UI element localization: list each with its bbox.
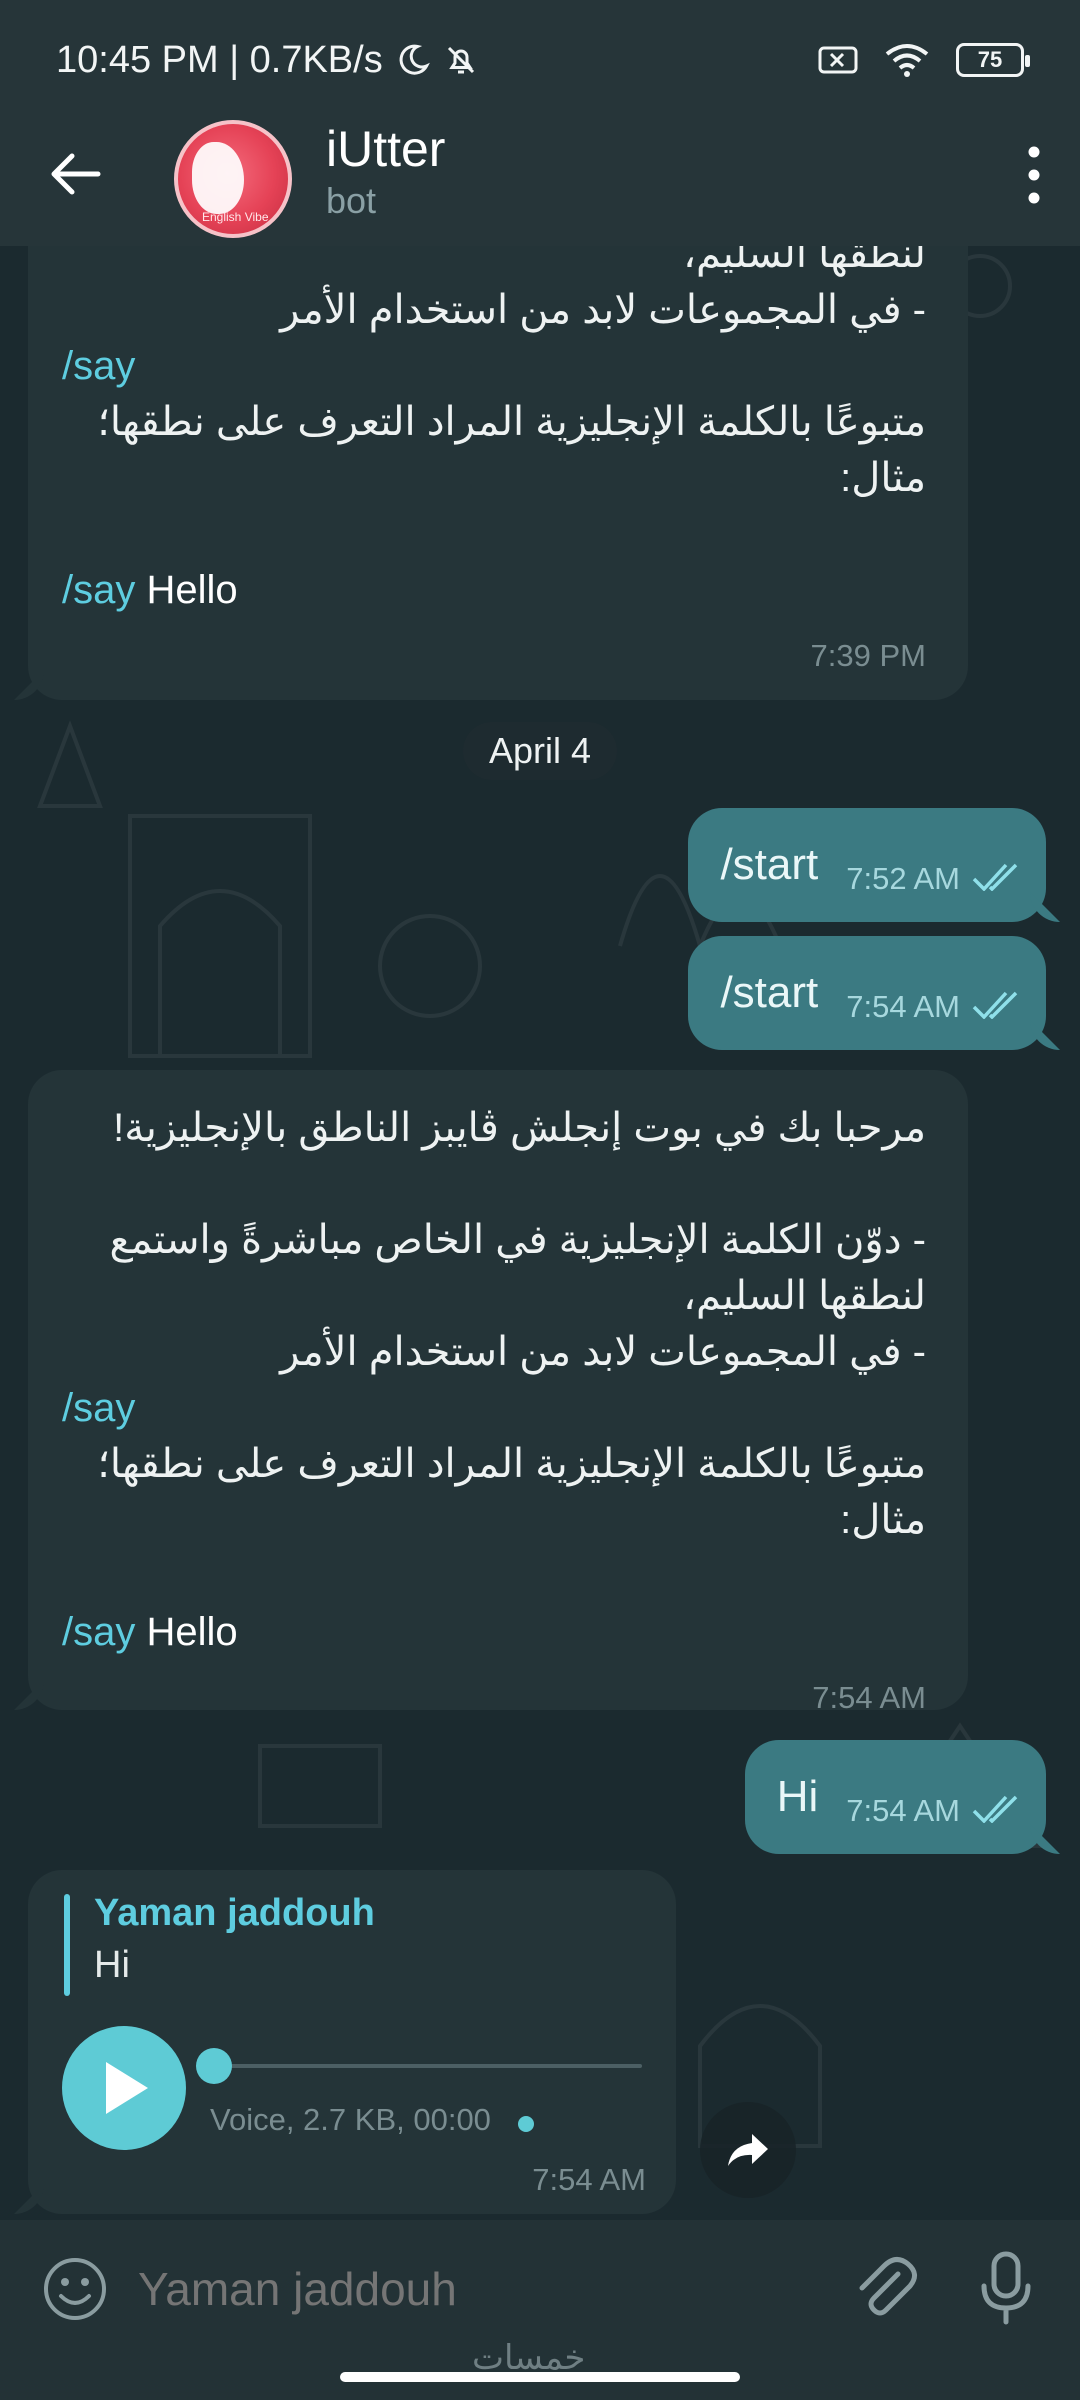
say-command-link[interactable]: /say xyxy=(62,338,926,394)
outgoing-text: /start xyxy=(720,840,819,889)
bell-muted-icon xyxy=(447,46,474,74)
message-time: 7:54 AM xyxy=(846,1793,960,1828)
example-line: /say Hello xyxy=(62,562,926,618)
double-check-icon xyxy=(972,1795,1018,1823)
play-button[interactable] xyxy=(62,2026,186,2150)
avatar-tag: English Vibe xyxy=(202,210,269,224)
outgoing-message[interactable]: /start 7:54 AM xyxy=(688,936,1046,1050)
unplayed-dot xyxy=(518,2116,534,2132)
message-text-line: لنطقها السليم، xyxy=(683,1274,926,1318)
share-arrow-icon xyxy=(728,2134,768,2166)
back-arrow-icon[interactable] xyxy=(46,144,106,204)
message-text-line: لنطقها السليم، xyxy=(683,246,926,276)
play-icon xyxy=(106,2062,148,2114)
paperclip-icon[interactable] xyxy=(850,2252,920,2322)
more-vertical-icon[interactable] xyxy=(1014,140,1054,210)
message-time: 7:54 AM xyxy=(812,1680,926,1715)
message-time: 7:52 AM xyxy=(846,861,960,896)
say-command-link[interactable]: /say xyxy=(62,1380,926,1436)
avatar-face-graphic xyxy=(192,142,244,214)
chat-title[interactable]: iUtter xyxy=(326,120,445,178)
message-text-line: - في المجموعات لابد من استخدام الأمر xyxy=(280,288,926,332)
chat-subtitle: bot xyxy=(326,180,377,221)
outgoing-message[interactable]: /start 7:52 AM xyxy=(688,808,1046,922)
top-app-bar: 10:45 PM | 0.7KB/s 75 English Vibe iUtte… xyxy=(0,0,1080,246)
message-text-line: متبوعًا بالكلمة الإنجليزية المراد التعرف… xyxy=(97,400,926,444)
chat-header[interactable]: English Vibe iUtter bot xyxy=(0,120,1080,246)
example-word: Hello xyxy=(146,568,238,612)
reply-author[interactable]: Yaman jaddouh xyxy=(94,1892,375,1935)
battery-indicator: 75 xyxy=(956,43,1030,77)
message-time: 7:54 AM xyxy=(846,989,960,1024)
example-command-link[interactable]: /say xyxy=(62,568,135,612)
reply-text[interactable]: Hi xyxy=(94,1944,130,1987)
example-command-link[interactable]: /say xyxy=(62,1610,135,1654)
home-indicator[interactable] xyxy=(340,2372,740,2382)
message-text-line: متبوعًا بالكلمة الإنجليزية المراد التعرف… xyxy=(97,1442,926,1486)
status-left: 10:45 PM | 0.7KB/s xyxy=(56,39,479,82)
double-check-icon xyxy=(972,863,1018,891)
date-separator: April 4 xyxy=(463,722,617,780)
outgoing-text: /start xyxy=(720,968,819,1017)
message-text-line: مثال: xyxy=(840,1498,926,1542)
example-word: Hello xyxy=(146,1610,238,1654)
wifi-icon xyxy=(885,44,929,77)
status-bar: 10:45 PM | 0.7KB/s 75 xyxy=(0,0,1080,120)
message-time: 7:39 PM xyxy=(810,638,926,673)
avatar[interactable]: English Vibe xyxy=(174,120,292,238)
message-text-line: - دوّن الكلمة الإنجليزية في الخاص مباشرة… xyxy=(109,1218,926,1262)
example-line: /say Hello xyxy=(62,1604,926,1660)
message-text-line: مثال: xyxy=(840,456,926,500)
incoming-message[interactable]: لنطقها السليم، - في المجموعات لابد من اس… xyxy=(28,246,968,700)
voice-progress-track[interactable] xyxy=(216,2064,642,2068)
double-check-icon xyxy=(972,991,1018,1019)
outgoing-text: Hi xyxy=(776,1772,819,1821)
message-text-line: مرحبا بك في بوت إنجلش ڤايبز الناطق بالإن… xyxy=(113,1106,926,1150)
chat-messages[interactable]: لنطقها السليم، - في المجموعات لابد من اس… xyxy=(0,246,1080,2220)
message-input[interactable] xyxy=(138,2254,798,2324)
moon-icon xyxy=(399,44,430,75)
voice-message[interactable]: Yaman jaddouh Hi Voice, 2.7 KB, 00:00 7:… xyxy=(28,1870,676,2214)
incoming-message[interactable]: مرحبا بك في بوت إنجلش ڤايبز الناطق بالإن… xyxy=(28,1070,968,1715)
outgoing-message[interactable]: Hi 7:54 AM xyxy=(744,1740,1046,1854)
emoji-icon[interactable] xyxy=(42,2256,108,2322)
status-right: 75 xyxy=(818,42,1030,78)
reply-quote-bar xyxy=(64,1894,70,1996)
voice-progress-knob[interactable] xyxy=(196,2048,232,2084)
share-button[interactable] xyxy=(700,2102,796,2198)
status-time-speed: 10:45 PM | 0.7KB/s xyxy=(56,38,383,81)
sim-icon xyxy=(818,46,858,74)
microphone-icon[interactable] xyxy=(976,2250,1036,2326)
message-text-line: - في المجموعات لابد من استخدام الأمر xyxy=(280,1330,926,1374)
voice-info: Voice, 2.7 KB, 00:00 xyxy=(210,2102,491,2137)
message-time: 7:54 AM xyxy=(532,2162,646,2197)
